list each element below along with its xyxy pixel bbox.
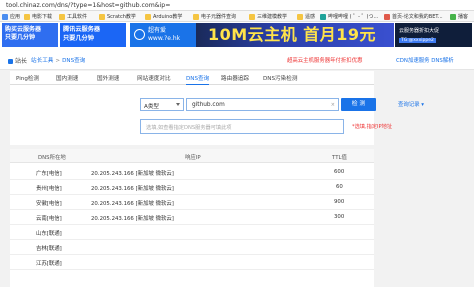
ad-hosting[interactable]: 超有爱 www.?e.hk	[130, 23, 196, 47]
query-history-link[interactable]: 查询记录 ▾	[398, 100, 424, 108]
tab-domestic-speed[interactable]: 国内测速	[56, 74, 78, 82]
bookmark-movies[interactable]: 电影下载	[24, 13, 52, 20]
breadcrumb-tools[interactable]: 站长工具	[31, 58, 53, 64]
bookmark-3d[interactable]: 三维建模教学	[249, 13, 287, 20]
promo-link-red[interactable]: 超高云主机服务器年付折扣优惠	[287, 56, 362, 64]
folder-icon	[249, 13, 255, 20]
site-header: 站长 站长工具 > DNS查询 超高云主机服务器年付折扣优惠 CDN加速服务 DNS…	[0, 48, 474, 70]
tab-dns-pollution[interactable]: DNS污染检测	[263, 74, 297, 82]
check-button[interactable]: 检 测	[341, 98, 376, 111]
url-text[interactable]: tool.chinaz.com/dns/?type=1&host=github.…	[6, 2, 170, 9]
bookmark-apps[interactable]: 应用	[2, 13, 20, 20]
bookmark-components[interactable]: 电子元器件查询	[193, 13, 236, 20]
tab-ping[interactable]: Ping检测	[16, 74, 39, 82]
table-row: 广东[电信] 20.205.243.166 [新加坡 微软云] 600	[10, 165, 374, 180]
bookmark-podcast[interactable]: 播客	[450, 13, 468, 20]
address-bar[interactable]: tool.chinaz.com/dns/?type=1&host=github.…	[0, 0, 474, 11]
folder-icon	[297, 13, 303, 20]
site-logo-icon	[8, 59, 13, 64]
query-panel: A类型 github.com × 检 测 查询记录 ▾ 选填,如查看指定DNS服…	[10, 85, 424, 145]
ad-banner: 购买云服务器 只要几分钟 腾讯云服务器 只要几分钟 超有爱 www.?e.hk 10M…	[0, 22, 474, 48]
table-row: 贵州[电信] 20.205.243.166 [新加坡 微软云] 60	[10, 180, 374, 195]
table-row: 江苏[联通]	[10, 255, 374, 270]
site-brand[interactable]: 站长	[8, 56, 27, 65]
page-icon	[384, 13, 390, 20]
folder-icon	[145, 13, 151, 20]
tab-foreign-speed[interactable]: 国外测速	[97, 74, 119, 82]
apps-icon	[2, 13, 8, 20]
folder-icon	[193, 13, 199, 20]
bookmark-arduino[interactable]: Arduino教学	[145, 13, 182, 20]
table-header: DNS所在地 响应IP TTL值	[10, 149, 374, 163]
tab-dns-query[interactable]: DNS查询	[186, 74, 210, 85]
ad-cloud-server[interactable]: 购买云服务器 只要几分钟	[2, 23, 58, 47]
results-table: DNS所在地 响应IP TTL值 广东[电信] 20.205.243.166 […	[10, 149, 374, 287]
dns-ip-input[interactable]: 选填,如查看指定DNS服务器可填此项	[140, 119, 344, 134]
promo-link-blue[interactable]: CDN加速服务 DNS解析	[396, 56, 454, 64]
bilibili-icon	[320, 13, 326, 20]
col-location: DNS所在地	[38, 155, 66, 161]
clear-icon[interactable]: ×	[331, 102, 335, 108]
tool-tabs: Ping检测 国内测速 国外测速 网站速度对比 DNS查询 路由器追踪 DNS污…	[10, 71, 374, 85]
right-margin	[374, 71, 474, 287]
folder-icon	[24, 13, 30, 20]
table-row: 云南[电信] 20.205.243.166 [新加坡 微软云] 300	[10, 210, 374, 225]
table-row: 山东[联通]	[10, 225, 374, 240]
host-input[interactable]: github.com ×	[186, 98, 339, 111]
col-ip: 响应IP	[185, 155, 201, 161]
ad-tencent-cloud[interactable]: 腾讯云服务器 只要几分钟	[60, 23, 126, 47]
hosting-logo-icon	[134, 29, 145, 40]
tab-traceroute[interactable]: 路由器追踪	[221, 74, 249, 82]
bookmark-remote-sensing[interactable]: 遥感	[297, 13, 315, 20]
ip-hint: *选填,指定IP地址	[352, 124, 393, 130]
record-type-select[interactable]: A类型	[140, 98, 184, 111]
bookmark-tools[interactable]: 工具软件	[59, 13, 87, 20]
folder-icon	[99, 13, 105, 20]
folder-icon	[59, 13, 65, 20]
bookmark-scratch[interactable]: Scratch教学	[99, 13, 136, 20]
col-ttl: TTL值	[332, 155, 347, 161]
page-icon	[450, 13, 456, 20]
table-row: 安徽[电信] 20.205.243.166 [新加坡 微软云] 900	[10, 195, 374, 210]
breadcrumb-dns[interactable]: DNS查询	[62, 58, 85, 64]
bookmarks-bar: 应用 电影下载 工具软件 Scratch教学 Arduino教学 电子元器件查询…	[0, 11, 474, 22]
ad-10m-host[interactable]: 10M云主机 首月19元	[196, 23, 394, 47]
tab-site-compare[interactable]: 网站速度对比	[137, 74, 171, 82]
bookmark-bilibili[interactable]: 哔哩哔哩 ( ゜- ゜)つ...	[320, 13, 378, 20]
breadcrumb: 站长工具 > DNS查询	[31, 58, 86, 64]
table-row: 吉林[联通]	[10, 240, 374, 255]
chevron-down-icon	[176, 103, 180, 106]
ad-discount[interactable]: 云服务器折扣大促 TG:@xxxippe2	[395, 23, 472, 47]
bookmark-papers[interactable]: 首页-论文和我的BET...	[384, 13, 443, 20]
